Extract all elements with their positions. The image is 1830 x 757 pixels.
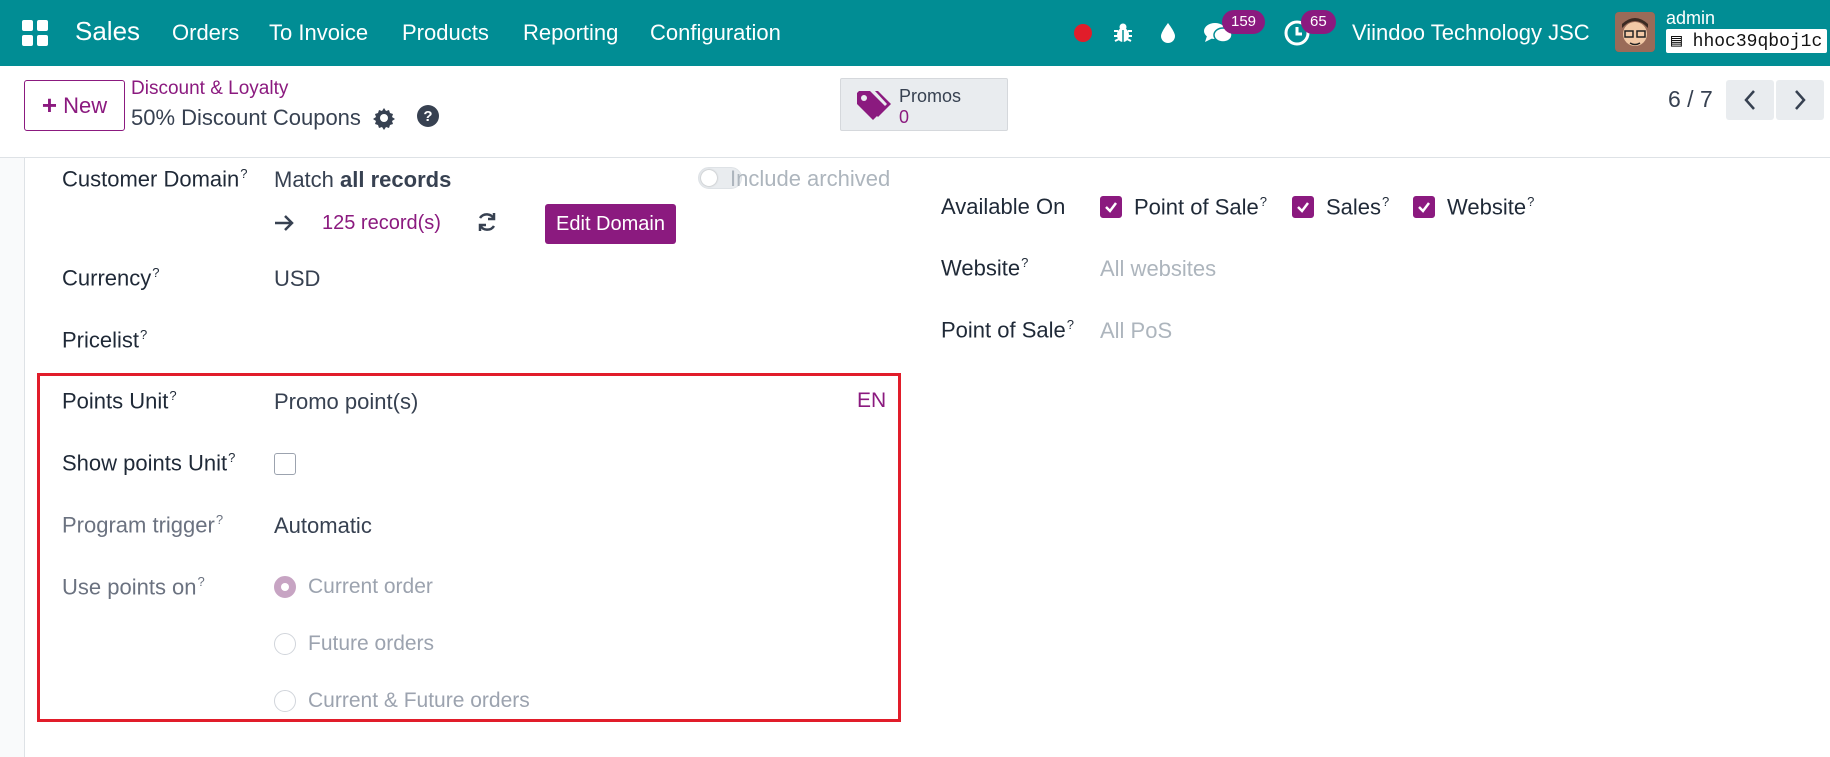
new-button-label: New [63,92,108,118]
radio-label-current-future-orders[interactable]: Current & Future orders [308,689,530,713]
help-tooltip-icon[interactable]: ? [198,574,205,589]
chevron-right-icon [1795,90,1806,110]
currency-label: Currency? [62,265,160,291]
highlight-annotation-box [37,373,901,722]
menu-to-invoice[interactable]: To Invoice [269,20,368,46]
company-switcher[interactable]: Viindoo Technology JSC [1352,20,1590,46]
menu-products[interactable]: Products [402,20,489,46]
include-archived-label: Include archived [730,166,891,191]
user-name[interactable]: admin [1666,8,1715,29]
show-points-unit-label: Show points Unit? [62,450,236,476]
available-on-pos-label[interactable]: Point of Sale? [1134,194,1267,220]
domain-records-link[interactable]: 125 record(s) [322,212,441,235]
pricelist-label: Pricelist? [62,327,148,353]
radio-label-current-order[interactable]: Current order [308,575,433,599]
help-tooltip-icon[interactable]: ? [169,388,176,403]
database-icon: ▤ [1671,32,1682,52]
available-on-sales-checkbox[interactable] [1292,196,1314,218]
check-icon [1297,202,1309,213]
menu-orders[interactable]: Orders [172,20,239,46]
pager-next-button[interactable] [1776,80,1824,120]
points-unit-label: Points Unit? [62,388,177,414]
debug-bug-icon[interactable] [1108,18,1138,48]
refresh-icon[interactable] [476,211,498,238]
help-question-icon[interactable]: ? [416,104,440,128]
help-tooltip-icon[interactable]: ? [1067,317,1074,332]
help-tooltip-icon[interactable]: ? [140,327,147,342]
svg-text:?: ? [423,108,432,125]
currency-value[interactable]: USD [274,266,320,292]
available-on-pos-checkbox[interactable] [1100,196,1122,218]
new-button[interactable]: + New [24,80,125,131]
promos-smart-button[interactable]: Promos 0 [840,78,1008,131]
messages-count-badge: 159 [1222,10,1266,34]
menu-configuration[interactable]: Configuration [650,20,781,46]
top-navbar: Sales Orders To Invoice Products Reporti… [0,0,1830,66]
customer-domain-label: Customer Domain? [62,166,248,192]
help-tooltip-icon[interactable]: ? [240,166,247,181]
help-tooltip-icon[interactable]: ? [1382,194,1389,209]
record-title: 50% Discount Coupons [131,105,361,130]
user-avatar[interactable] [1615,12,1655,52]
pager-previous-button[interactable] [1726,80,1774,120]
use-points-on-label: Use points on? [62,574,205,600]
website-label: Website? [941,255,1029,281]
form-sheet: Customer Domain? Match all records Inclu… [24,158,1830,757]
radio-current-future-orders[interactable] [274,690,296,712]
promos-count: 0 [899,107,910,127]
activities-count-badge: 65 [1301,10,1336,34]
help-tooltip-icon[interactable]: ? [152,265,159,280]
radio-label-future-orders[interactable]: Future orders [308,632,434,656]
check-icon [1418,202,1430,213]
help-tooltip-icon[interactable]: ? [1527,194,1534,209]
database-name: hhoc39qboj1c [1692,32,1823,52]
help-tooltip-icon[interactable]: ? [216,512,223,527]
control-panel: + New Discount & Loyalty 50% Discount Co… [0,66,1830,158]
website-field[interactable]: All websites [1100,256,1216,282]
promos-label: Promos [899,86,962,106]
menu-reporting[interactable]: Reporting [523,20,618,46]
chevron-left-icon [1744,90,1755,110]
customer-domain-value: Match all records [274,167,452,192]
edit-domain-button[interactable]: Edit Domain [545,204,676,244]
help-tooltip-icon[interactable]: ? [1021,255,1028,270]
translate-lang-button[interactable]: EN [857,389,886,413]
available-on-label: Available On [941,194,1066,219]
program-trigger-value: Automatic [274,513,372,538]
record-status-dot-icon[interactable] [1068,18,1098,48]
database-name-badge: ▤ hhoc39qboj1c [1666,29,1828,53]
help-tooltip-icon[interactable]: ? [228,450,235,465]
available-on-website-label[interactable]: Website? [1447,194,1534,220]
plus-icon: + [41,90,58,120]
app-brand[interactable]: Sales [75,16,140,47]
program-trigger-label: Program trigger? [62,512,224,538]
available-on-website-checkbox[interactable] [1413,196,1435,218]
gear-icon[interactable] [372,106,396,130]
breadcrumb[interactable]: Discount & Loyalty [131,78,288,100]
check-icon [1105,202,1117,213]
pager-value[interactable]: 6 / 7 [1668,86,1713,113]
theme-drop-icon[interactable] [1153,18,1183,48]
point-of-sale-field[interactable]: All PoS [1100,318,1172,344]
point-of-sale-label: Point of Sale? [941,317,1074,343]
radio-current-order[interactable] [274,576,296,598]
tags-icon [855,89,893,123]
available-on-sales-label[interactable]: Sales? [1326,194,1389,220]
points-unit-input[interactable]: Promo point(s) [274,389,418,415]
arrow-right-icon [274,213,296,238]
show-points-unit-checkbox[interactable] [274,453,296,475]
apps-menu-icon[interactable] [22,20,48,46]
help-tooltip-icon[interactable]: ? [1260,194,1267,209]
radio-future-orders[interactable] [274,633,296,655]
